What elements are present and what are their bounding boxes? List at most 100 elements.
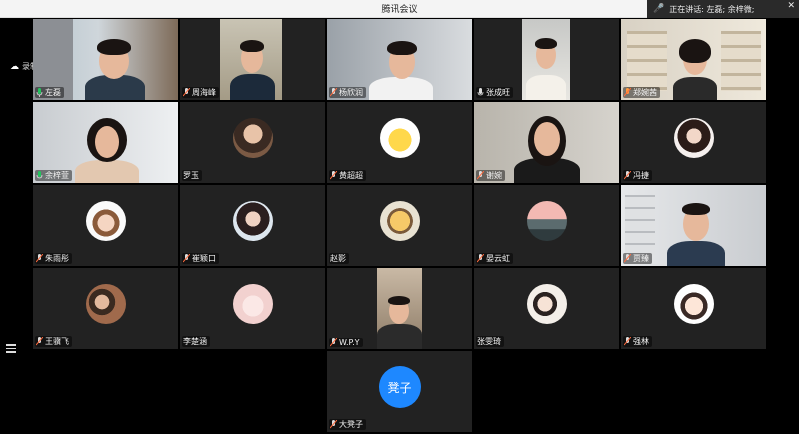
- avatar: [673, 118, 714, 159]
- participant-tile[interactable]: 强林: [621, 268, 766, 349]
- mic-muted-icon: [330, 171, 337, 180]
- participant-name: 郑婉茜: [633, 88, 657, 97]
- participant-name: 杨欣润: [339, 88, 363, 97]
- participant-tile[interactable]: 余梓萱: [33, 102, 178, 183]
- participant-tile[interactable]: 李楚涵: [180, 268, 325, 349]
- participant-name: 黄超超: [339, 171, 363, 180]
- mic-muted-icon: [624, 337, 631, 346]
- avatar: [526, 284, 567, 325]
- participant-name-label: 朱雨彤: [35, 253, 72, 264]
- participant-tile[interactable]: 朱雨彤: [33, 185, 178, 266]
- participant-name-label: 黄超超: [329, 170, 366, 181]
- participant-name-label: 李楚涵: [182, 336, 210, 347]
- participant-tile[interactable]: 冯捷: [621, 102, 766, 183]
- menu-icon[interactable]: [6, 344, 16, 354]
- mic-muted-icon: [183, 254, 190, 263]
- participant-name: 崔颖口: [192, 254, 216, 263]
- mic-muted-icon: [183, 88, 190, 97]
- participant-name: 贾臻: [633, 254, 649, 263]
- avatar: [379, 118, 420, 159]
- window-controls: ✕: [787, 1, 795, 11]
- participant-name: 冯捷: [633, 171, 649, 180]
- participant-name-label: 赵影: [329, 253, 349, 264]
- participant-name: 赵影: [330, 254, 346, 263]
- participant-name-label: 余梓萱: [35, 170, 72, 181]
- participant-tile[interactable]: 王骥飞: [33, 268, 178, 349]
- participant-tile[interactable]: 张成旺: [474, 19, 619, 100]
- microphone-icon: 🎤: [653, 4, 665, 14]
- microphone-icon: [477, 88, 484, 97]
- participant-tile[interactable]: 贾臻: [621, 185, 766, 266]
- cloud-icon: ☁: [10, 61, 19, 72]
- participant-name-label: 郑婉茜: [623, 87, 660, 98]
- text-avatar: 凳子: [378, 366, 421, 409]
- avatar: [85, 284, 126, 325]
- mic-muted-icon: [477, 171, 484, 180]
- participant-tile[interactable]: 谢婉: [474, 102, 619, 183]
- participant-name-label: 贾臻: [623, 253, 652, 264]
- meeting-window: 腾讯会议 🎤 正在讲话: 左磊; 余梓微; ✕ ☁ 录制中 左磊: [0, 0, 799, 434]
- participant-name: 大凳子: [339, 420, 363, 429]
- participant-tile[interactable]: 赵影: [327, 185, 472, 266]
- participant-name-label: 张雯琦: [476, 336, 504, 347]
- participant-name: 罗玉: [183, 171, 199, 180]
- participant-name-label: 崔颖口: [182, 253, 219, 264]
- mic-muted-icon: [624, 254, 631, 263]
- title-bar: 腾讯会议 🎤 正在讲话: 左磊; 余梓微; ✕: [0, 0, 799, 18]
- mic-muted-icon: [36, 254, 43, 263]
- participant-name-label: 张成旺: [476, 87, 513, 98]
- participant-name: 谢婉: [486, 171, 502, 180]
- participant-name-label: 谢婉: [476, 170, 505, 181]
- close-icon[interactable]: ✕: [787, 1, 795, 11]
- participant-name: 朱雨彤: [45, 254, 69, 263]
- avatar: [673, 284, 714, 325]
- participant-tile[interactable]: 张雯琦: [474, 268, 619, 349]
- participant-name-label: 大凳子: [329, 419, 366, 430]
- avatar: [526, 201, 567, 242]
- speaking-indicator: 🎤 正在讲话: 左磊; 余梓微;: [647, 0, 799, 18]
- mic-muted-icon: [477, 254, 484, 263]
- participant-name: 强林: [633, 337, 649, 346]
- mic-muted-icon: [36, 337, 43, 346]
- participant-name-label: 左磊: [35, 87, 64, 98]
- microphone-icon: [36, 88, 43, 97]
- participant-name: 晏云虹: [486, 254, 510, 263]
- participant-tile[interactable]: 杨欣润: [327, 19, 472, 100]
- participant-name-label: 晏云虹: [476, 253, 513, 264]
- participant-tile[interactable]: 凳子 大凳子: [327, 351, 472, 432]
- participant-tile[interactable]: 郑婉茜: [621, 19, 766, 100]
- mic-muted-icon: [330, 338, 337, 347]
- mic-muted-icon: [624, 171, 631, 180]
- participant-tile[interactable]: 周海峰: [180, 19, 325, 100]
- avatar: [85, 201, 126, 242]
- speaking-text: 正在讲话: 左磊; 余梓微;: [669, 4, 755, 14]
- left-sidebar: ☁ 录制中: [0, 18, 46, 434]
- avatar: [379, 201, 420, 242]
- participant-name-label: 王骥飞: [35, 336, 72, 347]
- participant-name: W.P.Y: [339, 338, 360, 347]
- participant-name: 周海峰: [192, 88, 216, 97]
- participant-name-label: 强林: [623, 336, 652, 347]
- mic-muted-icon: [330, 88, 337, 97]
- participant-name: 张成旺: [486, 88, 510, 97]
- participant-name: 张雯琦: [477, 337, 501, 346]
- avatar: [232, 284, 273, 325]
- microphone-icon: [36, 171, 43, 180]
- participant-name-label: 罗玉: [182, 170, 202, 181]
- participant-tile[interactable]: 黄超超: [327, 102, 472, 183]
- participant-tile[interactable]: W.P.Y: [327, 268, 472, 349]
- participant-tile[interactable]: 左磊: [33, 19, 178, 100]
- participant-tile[interactable]: 罗玉: [180, 102, 325, 183]
- participant-name-label: 杨欣润: [329, 87, 366, 98]
- mic-muted-icon: [624, 88, 631, 97]
- participant-tile[interactable]: 崔颖口: [180, 185, 325, 266]
- participant-name: 左磊: [45, 88, 61, 97]
- participant-tile[interactable]: 晏云虹: [474, 185, 619, 266]
- participant-name-label: 冯捷: [623, 170, 652, 181]
- avatar: [232, 201, 273, 242]
- avatar: [232, 118, 273, 159]
- participant-name: 李楚涵: [183, 337, 207, 346]
- participant-name: 余梓萱: [45, 171, 69, 180]
- mic-muted-icon: [330, 420, 337, 429]
- participant-name-label: 周海峰: [182, 87, 219, 98]
